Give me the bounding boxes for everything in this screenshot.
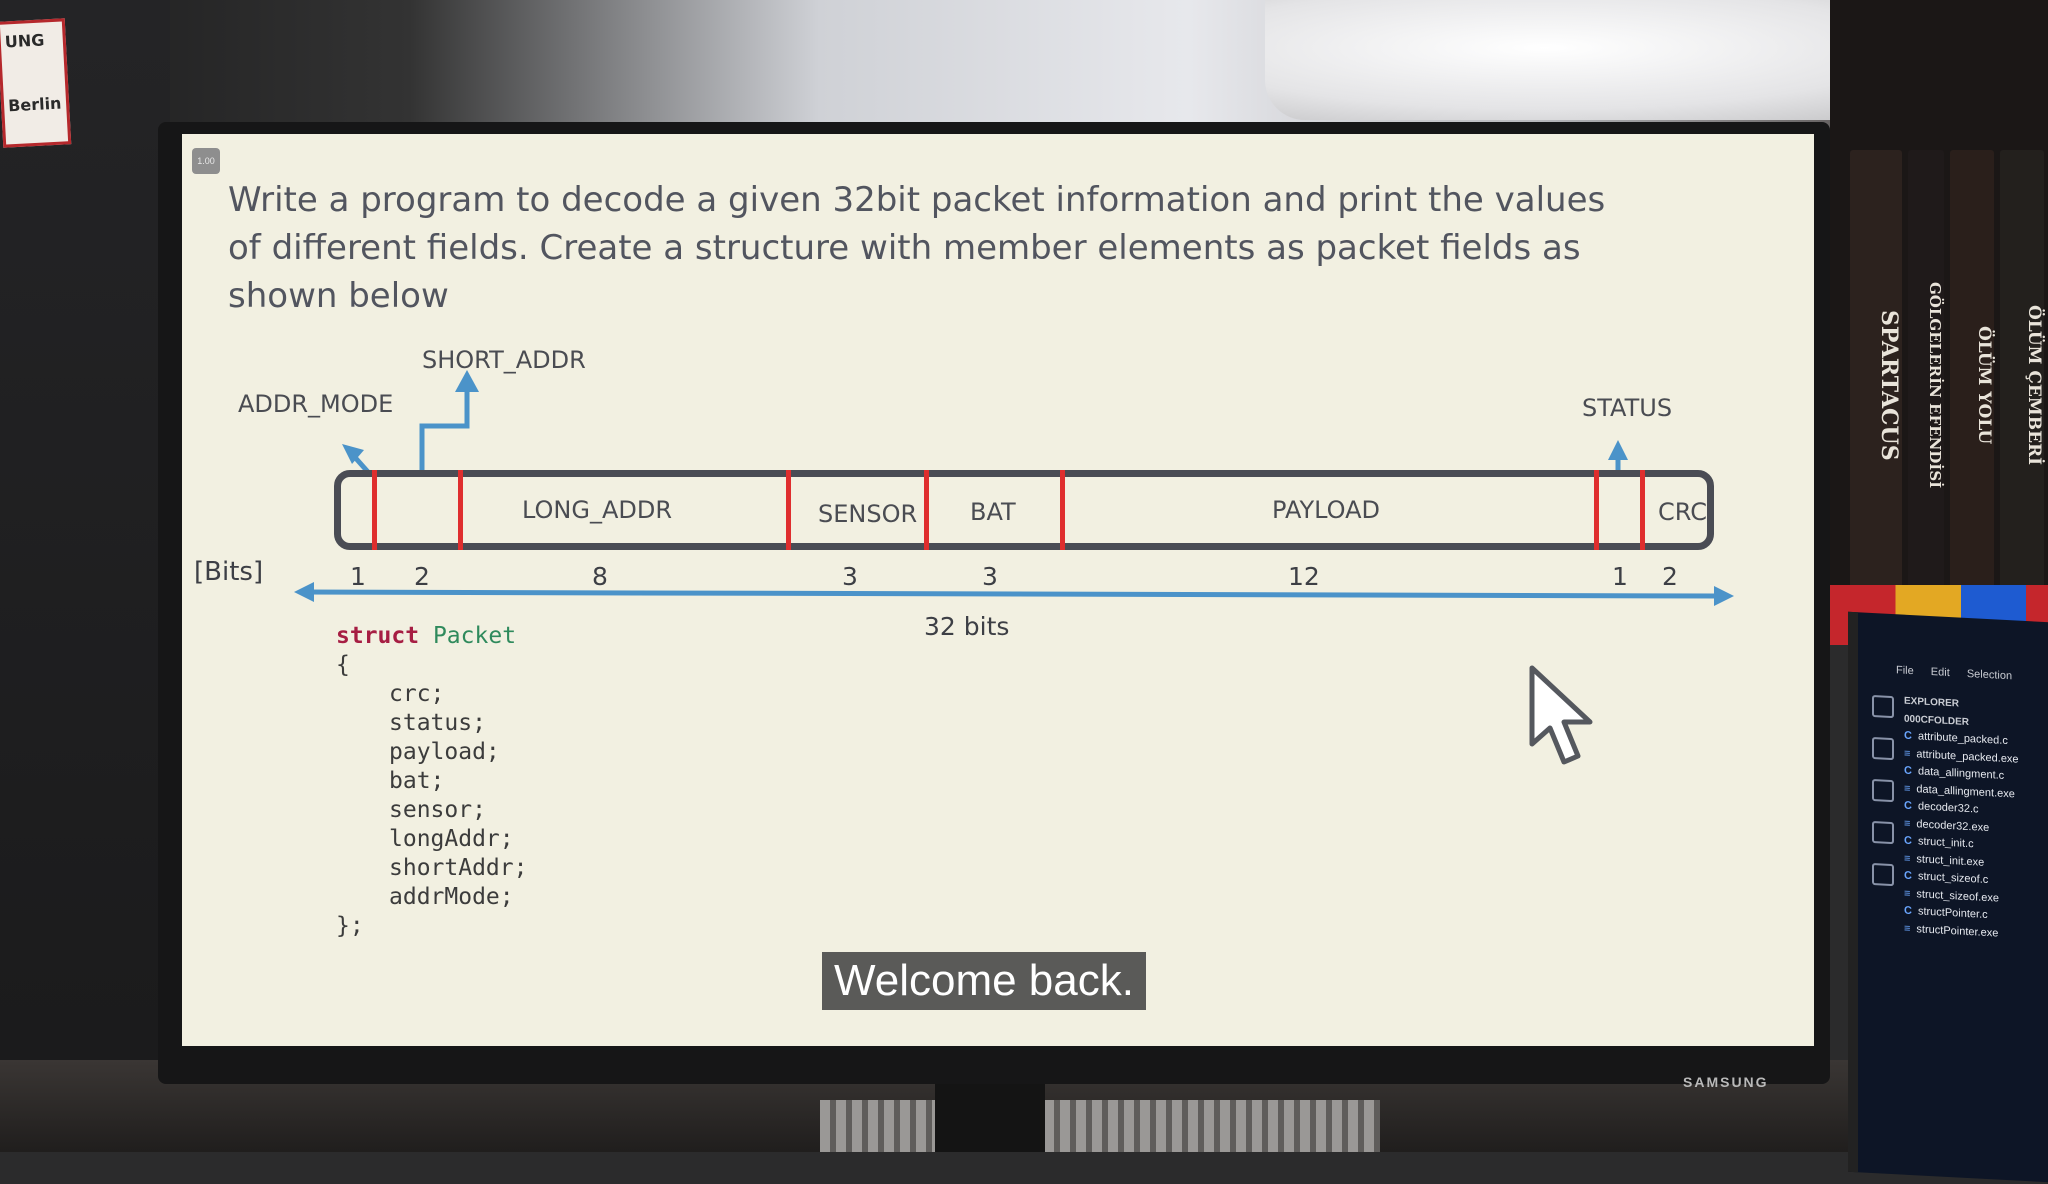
book-spine: SPARTACUS [1850, 150, 1902, 620]
code-member: sensor; [389, 797, 486, 823]
field-separator [924, 470, 929, 550]
monitor-screen: 1.00 Write a program to decode a given 3… [182, 134, 1814, 1046]
bit-width: 3 [842, 562, 858, 591]
extensions-icon[interactable] [1872, 862, 1894, 887]
bookshelf: SPARTACUS GÖLGELERİN EFENDİSİ ÖLÜM YOLU … [1830, 0, 2048, 620]
laptop-menu-bar: File Edit Selection [1896, 664, 2026, 683]
book-spine: ÖLÜM YOLU [1950, 150, 1994, 620]
field-separator [786, 470, 791, 550]
bits-label: [Bits] [194, 557, 264, 587]
left-wall [0, 0, 170, 1152]
short-addr-arrowhead [455, 370, 479, 392]
field-separator [1640, 470, 1645, 550]
poster-text-2: Berlin [7, 93, 62, 116]
bit-width: 2 [1662, 562, 1678, 591]
radiator [820, 1100, 1380, 1152]
book-title: ÖLÜM ÇEMBERİ [2024, 304, 2044, 466]
bit-width: 1 [1612, 562, 1628, 591]
explorer-icon[interactable] [1872, 694, 1894, 719]
label-sensor: SENSOR [818, 500, 918, 528]
menu-file[interactable]: File [1896, 664, 1914, 677]
total-bits-label: 32 bits [924, 612, 1010, 641]
bit-width: 2 [414, 562, 430, 591]
label-long-addr: LONG_ADDR [522, 496, 673, 524]
code-open-brace: { [336, 652, 350, 678]
run-debug-icon[interactable] [1872, 820, 1894, 845]
explorer-panel: EXPLORER 000CFOLDER Cattribute_packed.c … [1904, 693, 2019, 944]
laptop-vscode: File Edit Selection EXPLORER 000CFOLDER … [1848, 611, 2048, 1184]
label-crc: CRC [1658, 498, 1707, 526]
field-separator [458, 470, 463, 550]
poster-text-1: UNG [4, 30, 45, 52]
monitor-brand-logo: SAMSUNG [1683, 1074, 1769, 1090]
code-member: payload; [389, 739, 500, 765]
code-type-name: Packet [432, 623, 517, 649]
bit-width: 3 [982, 562, 998, 591]
struct-code: struct Packet { crc; status; payload; ba… [336, 622, 527, 941]
book-title: GÖLGELERİN EFENDİSİ [1926, 281, 1944, 489]
code-member: longAddr; [389, 826, 514, 852]
code-member: shortAddr; [389, 855, 528, 881]
field-separator [1060, 470, 1065, 550]
field-separator [372, 470, 377, 550]
status-arrowhead [1608, 440, 1628, 460]
book-title: ÖLÜM YOLU [1974, 325, 1994, 445]
span-arrowhead-right [1714, 586, 1734, 606]
search-icon[interactable] [1872, 736, 1894, 761]
book-spine: ÖLÜM ÇEMBERİ [2000, 150, 2044, 620]
activity-bar [1868, 694, 1898, 907]
bit-width: 1 [350, 562, 366, 591]
label-payload: PAYLOAD [1272, 496, 1381, 524]
video-subtitle: Welcome back. [822, 952, 1146, 1010]
code-member: status; [389, 710, 486, 736]
field-separator [1594, 470, 1599, 550]
cursor-icon [1529, 665, 1593, 765]
source-control-icon[interactable] [1872, 778, 1894, 803]
code-close-brace: }; [336, 913, 364, 939]
wall-poster: UNG Berlin [0, 18, 72, 148]
label-bat: BAT [970, 498, 1016, 526]
monitor: 1.00 Write a program to decode a given 3… [158, 122, 1830, 1090]
code-member: crc; [389, 681, 445, 707]
menu-edit[interactable]: Edit [1931, 666, 1950, 679]
menu-selection[interactable]: Selection [1967, 668, 2012, 682]
short-addr-arrow [419, 389, 470, 472]
book-title: SPARTACUS [1876, 309, 1902, 461]
code-member: addrMode; [389, 884, 514, 910]
bit-width: 12 [1288, 562, 1320, 591]
book-spine: GÖLGELERİN EFENDİSİ [1908, 150, 1944, 620]
bit-width: 8 [592, 562, 608, 591]
span-line [301, 589, 1718, 599]
code-member: bat; [389, 768, 445, 794]
span-arrowhead-left [294, 582, 314, 602]
monitor-stand [935, 1080, 1045, 1152]
code-keyword: struct [336, 623, 420, 649]
